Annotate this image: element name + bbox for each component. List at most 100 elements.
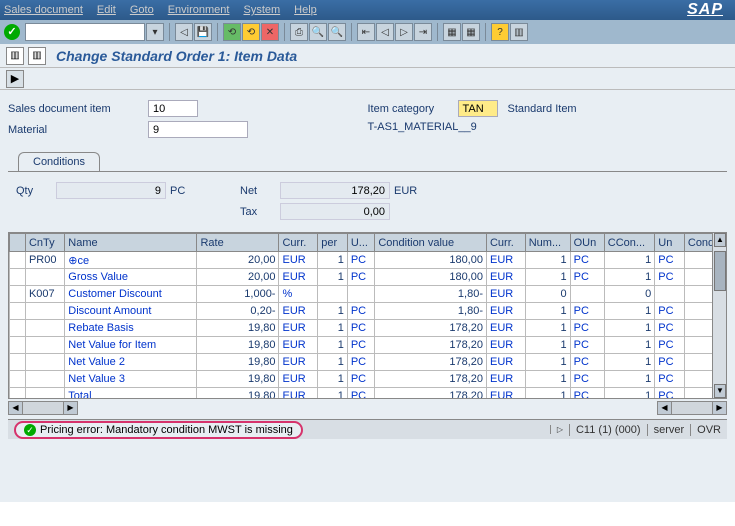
next-page-icon[interactable]: ▷: [395, 23, 413, 41]
table-cell[interactable]: 1: [604, 303, 654, 320]
column-header[interactable]: U...: [347, 234, 374, 252]
table-cell[interactable]: PR00: [25, 252, 64, 269]
table-cell[interactable]: PC: [570, 371, 604, 388]
table-cell[interactable]: 1: [604, 371, 654, 388]
table-cell[interactable]: 19,80: [197, 320, 279, 337]
table-cell[interactable]: EUR: [486, 269, 525, 286]
find-icon[interactable]: 🔍: [309, 23, 327, 41]
table-cell[interactable]: 180,00: [375, 269, 487, 286]
table-cell[interactable]: 1: [604, 388, 654, 400]
table-cell[interactable]: 1: [604, 269, 654, 286]
help-icon[interactable]: ?: [491, 23, 509, 41]
table-cell[interactable]: PC: [347, 320, 374, 337]
find-next-icon[interactable]: 🔍: [328, 23, 346, 41]
table-cell[interactable]: EUR: [486, 252, 525, 269]
table-cell[interactable]: Customer Discount: [65, 286, 197, 303]
table-cell[interactable]: [10, 269, 26, 286]
table-cell[interactable]: 1: [525, 354, 570, 371]
menu-system[interactable]: System: [243, 4, 280, 16]
table-cell[interactable]: PC: [347, 252, 374, 269]
layout-icon[interactable]: ▥: [510, 23, 528, 41]
column-header[interactable]: Num...: [525, 234, 570, 252]
table-cell[interactable]: PC: [570, 337, 604, 354]
menu-goto[interactable]: Goto: [130, 4, 154, 16]
table-cell[interactable]: [10, 388, 26, 400]
table-cell[interactable]: [10, 320, 26, 337]
cancel-icon[interactable]: ✕: [261, 23, 279, 41]
table-row[interactable]: Net Value 319,80EUR1PC178,20EUR1PC1PC: [10, 371, 726, 388]
table-cell[interactable]: [655, 286, 685, 303]
table-cell[interactable]: PC: [655, 371, 685, 388]
table-cell[interactable]: PC: [570, 252, 604, 269]
table-cell[interactable]: Discount Amount: [65, 303, 197, 320]
config-icon[interactable]: ▥: [28, 47, 46, 65]
table-cell[interactable]: 1: [525, 337, 570, 354]
table-cell[interactable]: [10, 252, 26, 269]
table-row[interactable]: Total19,80EUR1PC178,20EUR1PC1PC: [10, 388, 726, 400]
table-cell[interactable]: PC: [570, 388, 604, 400]
column-header[interactable]: CnTy: [25, 234, 64, 252]
command-field[interactable]: [25, 23, 145, 41]
table-row[interactable]: Net Value 219,80EUR1PC178,20EUR1PC1PC: [10, 354, 726, 371]
menu-sales-document[interactable]: Sales document: [4, 4, 83, 16]
status-triangle-icon[interactable]: ▷: [550, 425, 563, 434]
table-cell[interactable]: 178,20: [375, 354, 487, 371]
item-category-field[interactable]: TAN: [458, 100, 498, 117]
enter-icon[interactable]: ✓: [4, 24, 20, 40]
table-cell[interactable]: PC: [347, 337, 374, 354]
table-cell[interactable]: EUR: [486, 320, 525, 337]
tab-conditions[interactable]: Conditions: [18, 152, 100, 171]
table-cell[interactable]: 1: [318, 252, 348, 269]
table-row[interactable]: Discount Amount0,20-EUR1PC1,80-EUR1PC1PC: [10, 303, 726, 320]
table-cell[interactable]: EUR: [279, 354, 318, 371]
table-cell[interactable]: [10, 371, 26, 388]
table-cell[interactable]: 1: [604, 354, 654, 371]
table-cell[interactable]: EUR: [486, 371, 525, 388]
material-field[interactable]: 9: [148, 121, 248, 138]
table-cell[interactable]: [10, 337, 26, 354]
table-cell[interactable]: [25, 354, 64, 371]
table-cell[interactable]: PC: [347, 388, 374, 400]
hscroll2-right-icon[interactable]: ▶: [712, 402, 726, 414]
table-cell[interactable]: 178,20: [375, 320, 487, 337]
table-cell[interactable]: [10, 354, 26, 371]
table-cell[interactable]: [318, 286, 348, 303]
table-cell[interactable]: 20,00: [197, 269, 279, 286]
table-cell[interactable]: Net Value for Item: [65, 337, 197, 354]
table-cell[interactable]: EUR: [279, 371, 318, 388]
table-cell[interactable]: EUR: [486, 388, 525, 400]
table-cell[interactable]: 19,80: [197, 371, 279, 388]
save-icon[interactable]: 💾: [194, 23, 212, 41]
table-cell[interactable]: PC: [570, 354, 604, 371]
hscroll2-left-icon[interactable]: ◀: [658, 402, 672, 414]
table-cell[interactable]: [25, 388, 64, 400]
table-cell[interactable]: PC: [655, 269, 685, 286]
table-cell[interactable]: 1: [525, 388, 570, 400]
table-cell[interactable]: PC: [347, 269, 374, 286]
table-cell[interactable]: 0: [604, 286, 654, 303]
table-cell[interactable]: [25, 303, 64, 320]
column-header[interactable]: OUn: [570, 234, 604, 252]
column-header[interactable]: CCon...: [604, 234, 654, 252]
table-cell[interactable]: [10, 303, 26, 320]
hscroll-left-icon[interactable]: ◀: [9, 402, 23, 414]
table-cell[interactable]: [25, 269, 64, 286]
table-cell[interactable]: 178,20: [375, 371, 487, 388]
table-cell[interactable]: 1: [525, 320, 570, 337]
table-cell[interactable]: 178,20: [375, 388, 487, 400]
table-row[interactable]: Rebate Basis19,80EUR1PC178,20EUR1PC1PC: [10, 320, 726, 337]
table-cell[interactable]: K007: [25, 286, 64, 303]
table-cell[interactable]: PC: [655, 337, 685, 354]
table-cell[interactable]: PC: [655, 354, 685, 371]
up-icon[interactable]: ⟲: [242, 23, 260, 41]
table-row[interactable]: Gross Value20,00EUR1PC180,00EUR1PC1PC: [10, 269, 726, 286]
table-vscroll[interactable]: ▲ ▼: [712, 233, 726, 398]
menu-help[interactable]: Help: [294, 4, 317, 16]
scroll-thumb[interactable]: [714, 251, 726, 291]
table-cell[interactable]: EUR: [279, 252, 318, 269]
table-cell[interactable]: 20,00: [197, 252, 279, 269]
exit-icon[interactable]: ⟲: [223, 23, 241, 41]
table-cell[interactable]: 1: [318, 320, 348, 337]
table-cell[interactable]: 1: [525, 269, 570, 286]
table-cell[interactable]: 1,80-: [375, 286, 487, 303]
